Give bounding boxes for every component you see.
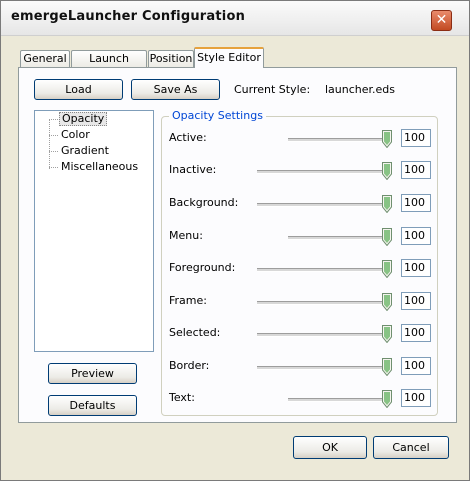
window-title: emergeLauncher Configuration	[11, 9, 246, 24]
tree-connector	[49, 119, 58, 120]
close-icon: ✕	[435, 12, 448, 28]
current-style-label: Current Style:	[234, 83, 311, 96]
style-editor-panel: Load Save As Current Style: launcher.eds…	[18, 67, 457, 423]
tab-position[interactable]: Position	[148, 50, 194, 67]
tree-connector	[49, 151, 58, 152]
opacity-label: Background:	[169, 196, 239, 209]
close-button[interactable]: ✕	[431, 10, 452, 31]
opacity-settings-title: Opacity Settings	[169, 109, 266, 122]
slider-thumb-icon[interactable]	[382, 293, 392, 312]
opacity-label: Selected:	[169, 326, 221, 339]
config-window: emergeLauncher Configuration ✕ General L…	[0, 0, 470, 481]
opacity-slider-track[interactable]	[257, 366, 389, 370]
opacity-slider-track[interactable]	[288, 138, 389, 142]
opacity-value-input[interactable]: 100	[401, 259, 431, 277]
opacity-slider-track[interactable]	[257, 203, 389, 207]
tab-general[interactable]: General	[20, 50, 70, 67]
cancel-button[interactable]: Cancel	[373, 436, 449, 459]
tab-launch-items[interactable]: Launch Items	[71, 50, 147, 81]
tree-connector	[49, 119, 50, 169]
slider-thumb-icon[interactable]	[382, 228, 392, 247]
slider-thumb-icon[interactable]	[382, 260, 392, 279]
defaults-button[interactable]: Defaults	[48, 395, 137, 416]
opacity-slider-track[interactable]	[257, 268, 389, 272]
opacity-label: Foreground:	[169, 261, 236, 274]
opacity-label: Text:	[169, 391, 195, 404]
opacity-label: Active:	[169, 131, 207, 144]
preview-button[interactable]: Preview	[48, 363, 137, 384]
tree-item-color[interactable]: Color	[59, 128, 92, 142]
opacity-value-input[interactable]: 100	[401, 389, 431, 407]
opacity-value-input[interactable]: 100	[401, 292, 431, 310]
slider-thumb-icon[interactable]	[382, 162, 392, 181]
title-bar[interactable]: emergeLauncher Configuration ✕	[1, 1, 469, 36]
tab-style-editor[interactable]: Style Editor	[194, 47, 264, 68]
style-category-tree[interactable]: Opacity Color Gradient Miscellaneous	[34, 110, 154, 352]
tree-item-miscellaneous[interactable]: Miscellaneous	[59, 160, 140, 174]
slider-thumb-icon[interactable]	[382, 325, 392, 344]
current-style-value: launcher.eds	[325, 83, 396, 96]
slider-thumb-icon[interactable]	[382, 130, 392, 149]
opacity-slider-track[interactable]	[257, 170, 389, 174]
slider-thumb-icon[interactable]	[382, 195, 392, 214]
opacity-label: Frame:	[169, 294, 207, 307]
tree-item-gradient[interactable]: Gradient	[59, 144, 111, 158]
opacity-value-input[interactable]: 100	[401, 161, 431, 179]
slider-thumb-icon[interactable]	[382, 358, 392, 377]
opacity-value-input[interactable]: 100	[401, 357, 431, 375]
tree-connector	[49, 135, 58, 136]
opacity-slider-track[interactable]	[257, 301, 389, 305]
opacity-value-input[interactable]: 100	[401, 324, 431, 342]
save-as-button[interactable]: Save As	[131, 79, 220, 100]
slider-thumb-icon[interactable]	[382, 390, 392, 409]
opacity-value-input[interactable]: 100	[401, 194, 431, 212]
opacity-label: Border:	[169, 359, 210, 372]
opacity-slider-track[interactable]	[288, 398, 389, 402]
opacity-label: Menu:	[169, 229, 203, 242]
opacity-slider-track[interactable]	[288, 236, 389, 240]
opacity-value-input[interactable]: 100	[401, 129, 431, 147]
opacity-slider-track[interactable]	[257, 333, 389, 337]
opacity-value-input[interactable]: 100	[401, 227, 431, 245]
ok-button[interactable]: OK	[293, 436, 367, 459]
tree-connector	[49, 167, 58, 168]
tree-item-opacity[interactable]: Opacity	[59, 112, 108, 126]
opacity-label: Inactive:	[169, 163, 217, 176]
dialog-client: General Launch Items Position Style Edit…	[1, 36, 469, 480]
load-button[interactable]: Load	[34, 79, 123, 100]
